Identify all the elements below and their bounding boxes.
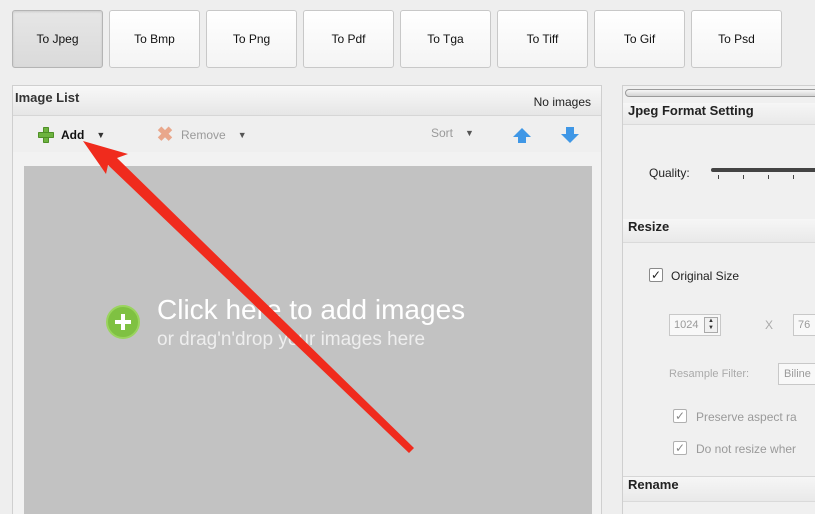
tab-to-png[interactable]: To Png xyxy=(206,10,297,68)
remove-label: Remove xyxy=(181,128,226,142)
sort-dropdown-caret-icon[interactable]: ▼ xyxy=(465,128,474,138)
image-drop-zone[interactable]: Click here to add images or drag'n'drop … xyxy=(24,166,592,514)
settings-panel: Jpeg Format Setting Quality: Resize ✓ Or… xyxy=(622,85,815,514)
move-up-button[interactable] xyxy=(513,126,531,143)
move-down-button[interactable] xyxy=(561,126,579,143)
sort-label: Sort xyxy=(431,126,454,140)
add-circle-icon xyxy=(106,305,140,339)
height-value: 76 xyxy=(798,319,811,331)
tab-to-pdf[interactable]: To Pdf xyxy=(303,10,394,68)
tab-to-bmp[interactable]: To Bmp xyxy=(109,10,200,68)
drop-zone-main-text: Click here to add images xyxy=(157,294,466,325)
preserve-aspect-label: Preserve aspect ra xyxy=(696,410,797,424)
width-value: 1024 xyxy=(674,319,699,331)
remove-button[interactable]: ✖ Remove ▼ xyxy=(155,124,247,146)
jpeg-format-setting-header: Jpeg Format Setting xyxy=(623,103,815,125)
original-size-checkbox[interactable]: ✓ xyxy=(649,268,663,282)
tab-to-psd[interactable]: To Psd xyxy=(691,10,782,68)
height-spinbox[interactable]: 76 xyxy=(793,314,815,336)
preserve-aspect-checkbox[interactable]: ✓ xyxy=(673,409,687,423)
quality-slider-ticks xyxy=(718,175,815,180)
resample-filter-value: Biline xyxy=(784,368,811,380)
tab-to-gif[interactable]: To Gif xyxy=(594,10,685,68)
arrow-down-icon xyxy=(561,127,579,143)
width-spinbox[interactable]: 1024 ▲ ▼ xyxy=(669,314,721,336)
resample-filter-select[interactable]: Biline xyxy=(778,363,815,385)
resize-header: Resize xyxy=(623,219,815,243)
width-spin-arrows-icon[interactable]: ▲ ▼ xyxy=(704,317,718,333)
resample-filter-label: Resample Filter: xyxy=(669,368,750,380)
format-tab-bar: To Jpeg To Bmp To Png To Pdf To Tga To T… xyxy=(12,10,782,70)
image-list-title: Image List xyxy=(15,90,80,105)
remove-x-icon: ✖ xyxy=(156,124,174,146)
image-count-status: No images xyxy=(533,95,591,109)
plus-icon xyxy=(37,126,55,144)
image-list-toolbar: Add ▼ ✖ Remove ▼ Sort ▼ xyxy=(13,116,601,152)
add-dropdown-caret-icon[interactable]: ▼ xyxy=(96,130,105,140)
rename-header: Rename xyxy=(623,476,815,502)
do-not-resize-checkbox[interactable]: ✓ xyxy=(673,441,687,455)
original-size-label: Original Size xyxy=(671,269,740,283)
add-button[interactable]: Add ▼ xyxy=(37,126,105,144)
add-label: Add xyxy=(61,128,85,142)
dimension-separator: X xyxy=(765,318,774,332)
do-not-resize-label: Do not resize wher xyxy=(696,442,797,456)
remove-dropdown-caret-icon[interactable]: ▼ xyxy=(238,130,247,140)
image-list-panel: Image List No images Add ▼ ✖ Remove ▼ So… xyxy=(12,85,602,514)
drop-zone-sub-text: or drag'n'drop your images here xyxy=(157,329,426,350)
tab-to-tiff[interactable]: To Tiff xyxy=(497,10,588,68)
image-list-header: Image List No images xyxy=(13,86,601,116)
quality-label: Quality: xyxy=(649,166,690,180)
quality-slider[interactable] xyxy=(711,168,815,172)
tab-to-tga[interactable]: To Tga xyxy=(400,10,491,68)
tab-to-jpeg[interactable]: To Jpeg xyxy=(12,10,103,68)
sort-button[interactable]: Sort ▼ xyxy=(431,126,474,140)
arrow-up-icon xyxy=(513,128,531,143)
settings-scrollbar[interactable] xyxy=(625,89,815,97)
